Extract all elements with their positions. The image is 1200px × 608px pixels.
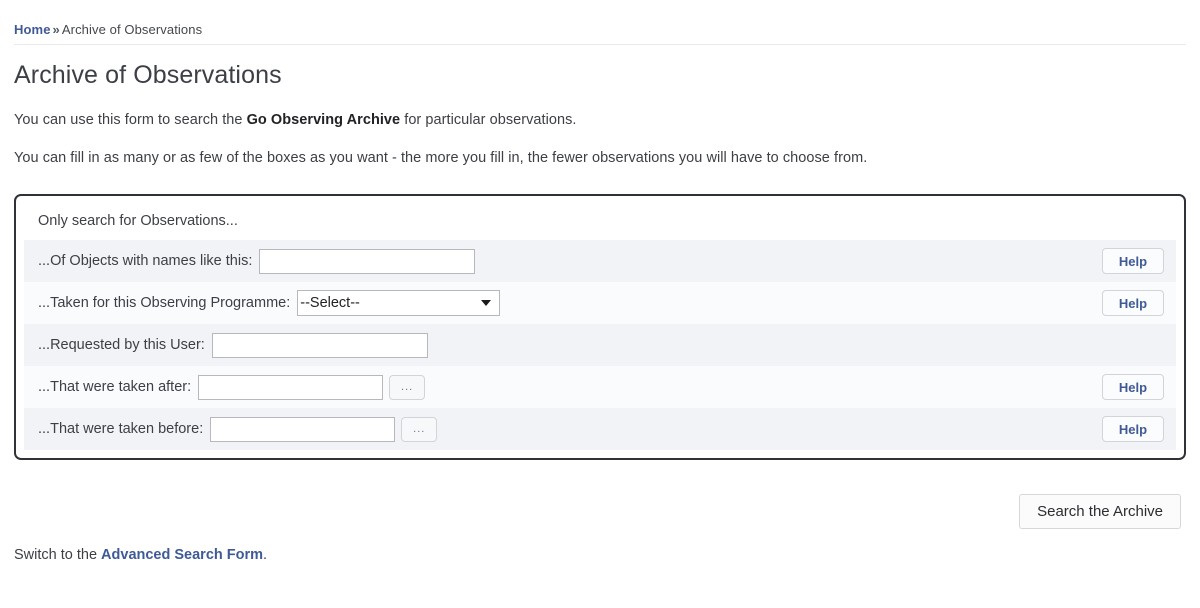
- intro-text-after: for particular observations.: [400, 112, 576, 128]
- taken-before-date-input[interactable]: [210, 417, 395, 442]
- object-names-input[interactable]: [259, 249, 475, 274]
- field-area-taken-before: ...: [210, 417, 1102, 442]
- observing-programme-select[interactable]: --Select--: [297, 290, 500, 316]
- breadcrumb: Home»Archive of Observations: [14, 0, 1186, 44]
- intro-paragraph-1: You can use this form to search the Go O…: [14, 112, 1186, 128]
- help-button-object-names[interactable]: Help: [1102, 248, 1164, 274]
- form-row-object-names: ...Of Objects with names like this: Help: [24, 240, 1176, 282]
- form-row-observing-programme: ...Taken for this Observing Programme: -…: [24, 282, 1176, 324]
- search-the-archive-button[interactable]: Search the Archive: [1019, 494, 1181, 529]
- switch-form-line: Switch to the Advanced Search Form.: [14, 547, 1186, 563]
- taken-after-date-picker-button[interactable]: ...: [389, 375, 425, 400]
- panel-heading: Only search for Observations...: [24, 203, 1176, 240]
- search-form-panel: Only search for Observations... ...Of Ob…: [14, 194, 1186, 460]
- field-area-object-names: [259, 249, 1102, 274]
- form-row-requested-by-user: ...Requested by this User:: [24, 324, 1176, 366]
- form-row-taken-before: ...That were taken before: ... Help: [24, 408, 1176, 450]
- help-button-observing-programme[interactable]: Help: [1102, 290, 1164, 316]
- label-requested-by-user: ...Requested by this User:: [38, 337, 212, 353]
- label-taken-after: ...That were taken after:: [38, 379, 198, 395]
- help-button-taken-after[interactable]: Help: [1102, 374, 1164, 400]
- intro-paragraph-2: You can fill in as many or as few of the…: [14, 150, 1186, 166]
- page-title: Archive of Observations: [14, 61, 1186, 90]
- field-area-observing-programme: --Select--: [297, 290, 1102, 316]
- breadcrumb-separator: »: [51, 22, 62, 37]
- intro-archive-name: Go Observing Archive: [247, 112, 401, 128]
- switch-text-before: Switch to the: [14, 547, 101, 563]
- breadcrumb-link-home[interactable]: Home: [14, 22, 51, 37]
- form-row-taken-after: ...That were taken after: ... Help: [24, 366, 1176, 408]
- field-area-requested-by-user: [212, 333, 1102, 358]
- breadcrumb-divider: [14, 44, 1186, 45]
- taken-after-date-input[interactable]: [198, 375, 383, 400]
- label-taken-before: ...That were taken before:: [38, 421, 210, 437]
- switch-text-after: .: [263, 547, 267, 563]
- page-container: Home»Archive of Observations Archive of …: [0, 0, 1200, 563]
- label-observing-programme: ...Taken for this Observing Programme:: [38, 295, 297, 311]
- taken-before-date-picker-button[interactable]: ...: [401, 417, 437, 442]
- intro-text-before: You can use this form to search the: [14, 112, 247, 128]
- submit-area: Search the Archive: [14, 494, 1186, 529]
- help-placeholder-requested-by-user: [1102, 332, 1164, 358]
- advanced-search-form-link[interactable]: Advanced Search Form: [101, 547, 263, 563]
- field-area-taken-after: ...: [198, 375, 1102, 400]
- requested-by-user-input[interactable]: [212, 333, 428, 358]
- help-button-taken-before[interactable]: Help: [1102, 416, 1164, 442]
- observing-programme-select-wrap: --Select--: [297, 290, 500, 316]
- label-object-names: ...Of Objects with names like this:: [38, 253, 259, 269]
- breadcrumb-current: Archive of Observations: [62, 22, 202, 37]
